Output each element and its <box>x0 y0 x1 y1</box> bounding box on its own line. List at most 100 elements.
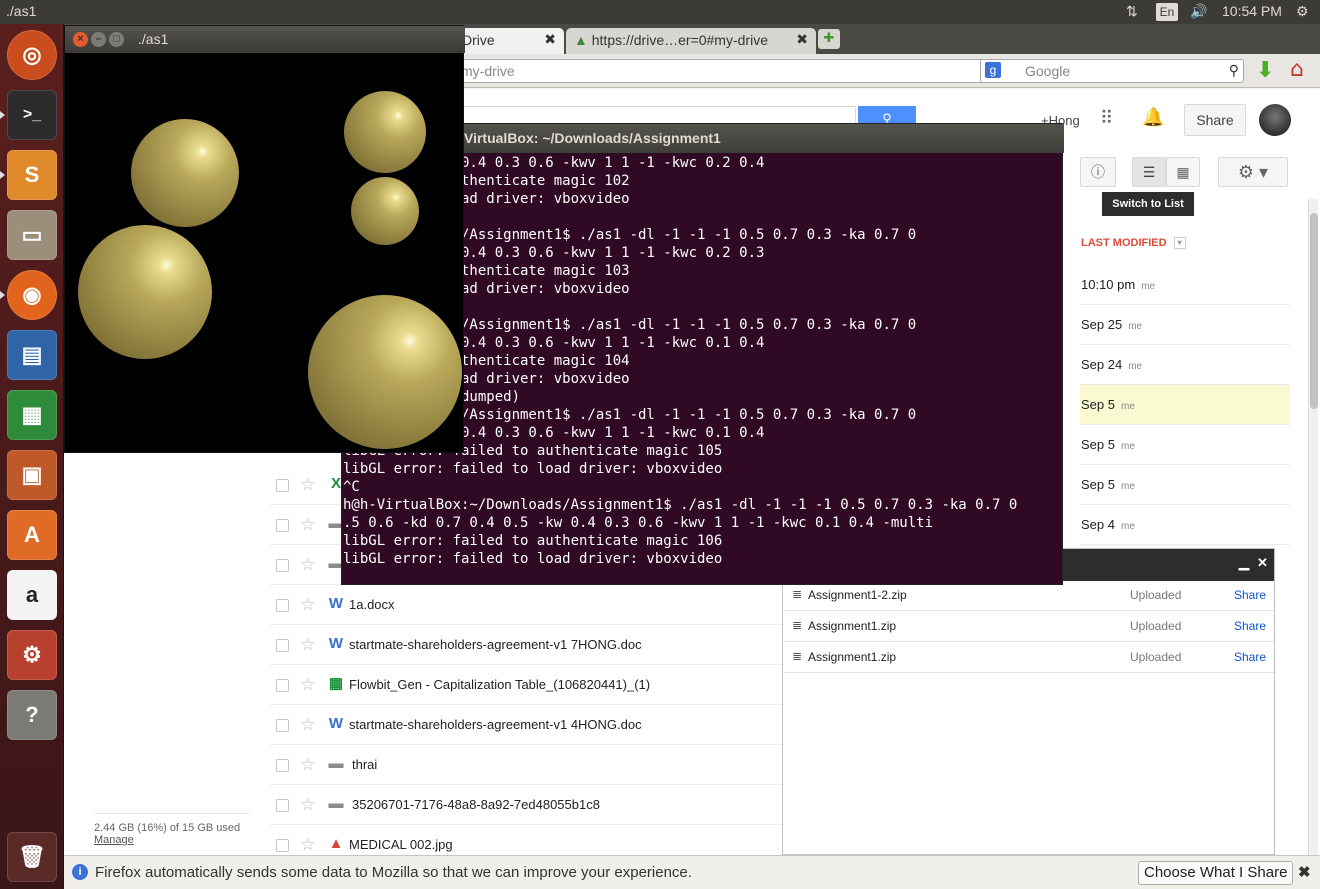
libreoffice-calc-icon[interactable]: ▦ <box>7 390 57 440</box>
file-row[interactable]: ☆ ▬ 35206701-7176-48a8-8a92-7ed48055b1c8 <box>270 785 782 825</box>
close-notification-icon[interactable]: ✖ <box>1298 863 1311 881</box>
url-bar[interactable]: my-drive ☆ ⟳ <box>454 59 1034 83</box>
google-search-icon: g <box>985 62 1001 78</box>
upload-file-name: Assignment1.zip <box>808 650 897 664</box>
row-checkbox[interactable] <box>276 679 289 692</box>
star-icon[interactable]: ☆ <box>300 475 315 495</box>
file-name: thrai <box>352 757 378 772</box>
new-tab-button[interactable]: ✚ <box>818 29 840 49</box>
upload-share-link[interactable]: Share <box>1234 650 1266 664</box>
zip-file-icon: ≣ <box>792 587 803 601</box>
close-icon[interactable]: ✕ <box>1257 555 1268 571</box>
sublime-text-icon[interactable]: S <box>7 150 57 200</box>
share-button[interactable]: Share <box>1184 104 1246 136</box>
help-icon[interactable]: ? <box>7 690 57 740</box>
details-info-button[interactable]: ⓘ <box>1080 157 1116 187</box>
close-tab-icon[interactable]: ✖ <box>544 31 556 48</box>
as1-window[interactable]: × – □ ./as1 <box>64 25 465 453</box>
file-row-date[interactable]: Sep 24 me <box>1080 345 1290 385</box>
render-canvas[interactable] <box>65 53 463 452</box>
star-icon[interactable]: ☆ <box>300 835 315 855</box>
star-icon[interactable]: ☆ <box>300 595 315 615</box>
terminal-title: VirtualBox: ~/Downloads/Assignment1 <box>464 130 721 146</box>
file-row-date-highlighted[interactable]: Sep 5 me <box>1080 385 1290 425</box>
search-bar[interactable]: g Google ⚲ <box>980 59 1244 83</box>
minimize-window-icon[interactable]: – <box>91 32 106 47</box>
star-icon[interactable]: ☆ <box>300 555 315 575</box>
star-icon[interactable]: ☆ <box>300 635 315 655</box>
software-center-icon[interactable]: A <box>7 510 57 560</box>
close-tab-icon[interactable]: ✖ <box>796 31 808 48</box>
modified-date: Sep 5 me <box>1081 437 1135 452</box>
file-row-date[interactable]: Sep 4 me <box>1080 505 1290 545</box>
row-checkbox[interactable] <box>276 559 289 572</box>
manage-link[interactable]: Manage <box>94 834 250 846</box>
scrollbar-thumb[interactable] <box>1310 213 1318 409</box>
system-settings-icon[interactable]: ⚙ <box>7 630 57 680</box>
clock[interactable]: 10:54 PM <box>1222 3 1282 19</box>
keyboard-indicator[interactable]: En <box>1156 3 1178 21</box>
file-row[interactable]: ☆ Wstartmate-shareholders-agreement-v1 7H… <box>270 625 782 665</box>
ubuntu-dash-icon[interactable]: ◎ <box>7 30 57 80</box>
star-icon[interactable]: ☆ <box>300 715 315 735</box>
zip-file-icon: ≣ <box>792 649 803 663</box>
star-icon[interactable]: ☆ <box>300 755 315 775</box>
file-row-date[interactable]: Sep 5 me <box>1080 465 1290 505</box>
file-row-date[interactable]: Sep 5 me <box>1080 425 1290 465</box>
minimize-icon[interactable]: ▁ <box>1239 555 1249 571</box>
page-scrollbar[interactable] <box>1308 199 1318 855</box>
libreoffice-writer-icon[interactable]: ▤ <box>7 330 57 380</box>
file-row-date[interactable]: Sep 25 me <box>1080 305 1290 345</box>
network-icon[interactable]: ⇅ <box>1126 3 1138 20</box>
upload-share-link[interactable]: Share <box>1234 619 1266 633</box>
grid-view-button[interactable]: ▦ <box>1166 157 1200 187</box>
row-checkbox[interactable] <box>276 599 289 612</box>
row-checkbox[interactable] <box>276 759 289 772</box>
file-row[interactable]: ☆ ▬ thrai <box>270 745 782 785</box>
star-icon[interactable]: ☆ <box>300 675 315 695</box>
notifications-bell-icon[interactable]: 🔔 <box>1142 107 1164 128</box>
row-checkbox[interactable] <box>276 799 289 812</box>
column-header-last-modified[interactable]: LAST MODIFIED ▾ <box>1081 237 1186 250</box>
apps-grid-icon[interactable]: ⠿ <box>1100 108 1113 129</box>
libreoffice-impress-icon[interactable]: ▣ <box>7 450 57 500</box>
home-icon[interactable]: ⌂ <box>1290 57 1304 82</box>
volume-icon[interactable]: 🔊 <box>1190 3 1207 20</box>
upload-share-link[interactable]: Share <box>1234 588 1266 602</box>
as1-title-bar[interactable]: × – □ ./as1 <box>65 26 465 53</box>
settings-gear-icon[interactable]: ⚙ <box>1296 3 1309 20</box>
star-icon[interactable]: ☆ <box>300 795 315 815</box>
terminal-icon[interactable]: >_ <box>7 90 57 140</box>
file-row[interactable]: ☆ Wstartmate-shareholders-agreement-v1 4H… <box>270 705 782 745</box>
row-checkbox[interactable] <box>276 839 289 852</box>
file-row[interactable]: ☆ ▦ Flowbit_Gen - Capitalization Table_(10… <box>270 665 782 705</box>
word-doc-icon: W <box>328 635 344 652</box>
search-icon[interactable]: ⚲ <box>1229 62 1239 79</box>
row-checkbox[interactable] <box>276 719 289 732</box>
switch-to-list-tooltip: Switch to List <box>1102 192 1194 216</box>
star-icon[interactable]: ☆ <box>300 515 315 535</box>
row-checkbox[interactable] <box>276 519 289 532</box>
tab-drive-url[interactable]: ▲ https://drive…er=0#my-drive ✖ <box>566 28 816 54</box>
choose-what-i-share-button[interactable]: Choose What I Share <box>1138 861 1294 885</box>
row-checkbox[interactable] <box>276 479 289 492</box>
download-icon[interactable]: ⬇ <box>1256 58 1274 83</box>
upload-status: Uploaded <box>1130 619 1182 633</box>
amazon-icon[interactable]: a <box>7 570 57 620</box>
avatar[interactable] <box>1259 104 1291 136</box>
close-window-icon[interactable]: × <box>73 32 88 47</box>
list-view-button[interactable]: ☰ <box>1132 157 1166 187</box>
upload-status: Uploaded <box>1130 588 1182 602</box>
firefox-icon[interactable]: ◉ <box>7 270 57 320</box>
modified-date: Sep 25 me <box>1081 317 1143 332</box>
settings-button[interactable]: ⚙ ▾ <box>1218 157 1288 187</box>
choose-what-i-share-label: Choose What I Share <box>1144 864 1288 881</box>
sort-dropdown-icon[interactable]: ▾ <box>1173 237 1186 250</box>
files-icon[interactable]: ▭ <box>7 210 57 260</box>
running-indicator <box>0 291 5 299</box>
row-checkbox[interactable] <box>276 639 289 652</box>
maximize-window-icon[interactable]: □ <box>109 32 124 47</box>
file-row[interactable]: ☆ W 1a.docx <box>270 585 782 625</box>
file-row-date[interactable]: 10:10 pm me <box>1080 265 1290 305</box>
trash-icon[interactable]: 🗑 <box>7 832 57 882</box>
